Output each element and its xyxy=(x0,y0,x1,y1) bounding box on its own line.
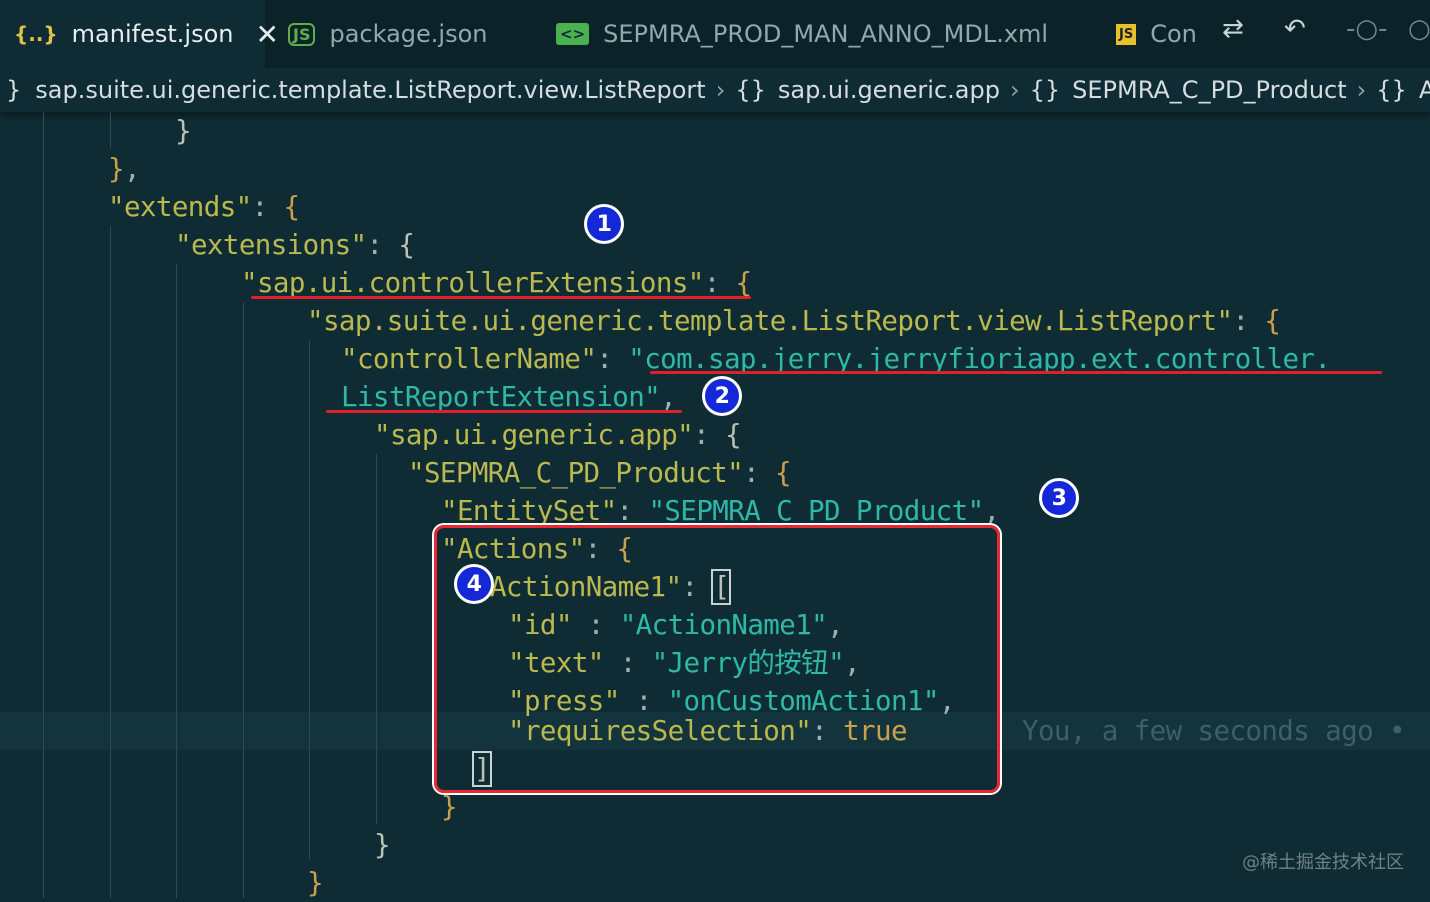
chevron-right-icon: › xyxy=(715,76,726,104)
breadcrumb-item[interactable]: sap.ui.generic.app xyxy=(778,76,1000,104)
go-back-icon[interactable]: ↶ xyxy=(1284,14,1306,44)
code-line: "extensions": { xyxy=(175,229,415,261)
git-blame-annotation: You, a few seconds ago • xyxy=(1022,715,1406,747)
code-line: } xyxy=(441,791,458,823)
tab-xml-file[interactable]: <> SEPMRA_PROD_MAN_ANNO_MDL.xml xyxy=(556,0,1048,68)
source-control-compare-icon[interactable]: ⇄ xyxy=(1222,14,1244,44)
indent-guide xyxy=(376,454,377,824)
annotation-underline xyxy=(251,296,751,299)
breadcrumb-brace: } xyxy=(6,76,22,104)
code-line: "sap.suite.ui.generic.template.ListRepor… xyxy=(307,305,1281,337)
tab-bar: {..} manifest.json ✕ JS package.json <> … xyxy=(0,0,1430,68)
close-icon[interactable]: ✕ xyxy=(255,18,278,51)
commit-dot-icon[interactable]: -○- xyxy=(1346,14,1387,44)
breadcrumb: } sap.suite.ui.generic.template.ListRepo… xyxy=(0,68,1430,112)
annotation-underline xyxy=(326,410,682,413)
tab-label: manifest.json xyxy=(71,20,234,48)
breadcrumb-item[interactable]: Actions xyxy=(1419,76,1430,104)
annotation-underline xyxy=(650,371,1382,374)
code-line: "SEPMRA_C_PD_Product": { xyxy=(408,457,792,489)
json-file-icon: {..} xyxy=(14,22,58,46)
annotation-badge-4: 4 xyxy=(454,564,494,604)
code-line: } xyxy=(307,867,324,899)
tab-label: Con xyxy=(1150,20,1197,48)
code-line: "sap.ui.generic.app": { xyxy=(374,419,742,451)
indent-guide xyxy=(176,264,177,898)
annotation-badge-3: 3 xyxy=(1039,478,1079,518)
commit-dot-icon-2[interactable]: ○ xyxy=(1408,14,1430,44)
tab-label: package.json xyxy=(329,20,488,48)
javascript-file-icon: JS xyxy=(1116,23,1137,45)
tab-package-json[interactable]: JS package.json xyxy=(288,0,488,68)
object-icon: {} xyxy=(1029,76,1061,104)
breadcrumb-item[interactable]: sap.suite.ui.generic.template.ListReport… xyxy=(35,76,705,104)
chevron-right-icon: › xyxy=(1356,76,1367,104)
watermark: @稀土掘金技术社区 xyxy=(1242,852,1404,873)
chevron-right-icon: › xyxy=(1009,76,1020,104)
indent-guide xyxy=(110,226,111,898)
object-icon: {} xyxy=(735,76,766,104)
annotation-badge-2: 2 xyxy=(702,376,742,416)
tab-con[interactable]: JS Con xyxy=(1116,0,1197,68)
code-line: } xyxy=(374,829,391,861)
breadcrumb-item[interactable]: SEPMRA_C_PD_Product xyxy=(1072,76,1347,104)
code-line: } xyxy=(175,115,192,147)
indent-guide xyxy=(243,302,244,898)
nodejs-icon: JS xyxy=(288,22,316,46)
code-editor[interactable]: } }, "extends": { "extensions": { "sap.u… xyxy=(0,112,1430,899)
object-icon: {} xyxy=(1376,76,1407,104)
indent-guide xyxy=(43,112,44,898)
tab-label: SEPMRA_PROD_MAN_ANNO_MDL.xml xyxy=(603,20,1049,48)
indent-guide xyxy=(110,112,111,148)
tab-manifest-json[interactable]: {..} manifest.json ✕ xyxy=(0,0,279,68)
indent-guide xyxy=(309,340,310,860)
code-line: "extends": { xyxy=(108,191,300,223)
code-line: }, xyxy=(108,153,141,185)
annotation-box xyxy=(434,525,1000,793)
xml-file-icon: <> xyxy=(556,23,590,45)
annotation-badge-1: 1 xyxy=(584,204,624,244)
